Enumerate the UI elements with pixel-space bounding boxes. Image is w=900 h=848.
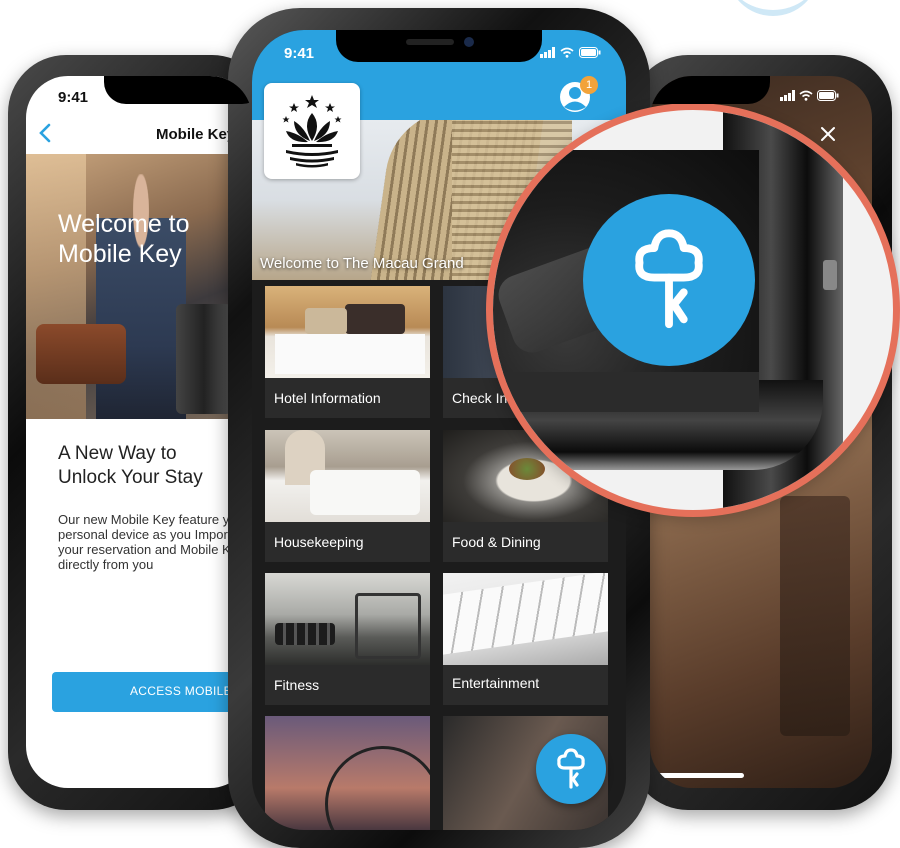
tile-housekeeping-label: Housekeeping xyxy=(274,534,364,550)
signal-icon xyxy=(780,90,795,102)
mobile-key-fab[interactable] xyxy=(536,734,606,804)
decorative-arc xyxy=(728,0,818,16)
access-mobile-key-label: ACCESS MOBILE xyxy=(130,684,232,698)
key-icon xyxy=(635,229,703,329)
key-icon xyxy=(557,748,585,789)
center-status-icons xyxy=(540,44,601,62)
tile-photo xyxy=(265,573,430,665)
wifi-icon xyxy=(560,47,574,58)
tile-hotel-information[interactable]: Hotel Information xyxy=(265,286,430,418)
tile-photo xyxy=(265,286,430,378)
battery-icon xyxy=(816,90,839,102)
tile-entertainment[interactable]: Entertainment xyxy=(443,573,608,705)
battery-icon xyxy=(578,47,601,59)
right-door-panel xyxy=(780,496,850,736)
left-hero-text: Welcome to Mobile Key xyxy=(58,210,190,268)
tile-fitness[interactable]: Fitness xyxy=(265,573,430,705)
tile-photo xyxy=(443,573,608,665)
wifi-icon xyxy=(799,91,813,102)
tile-attractions[interactable] xyxy=(265,716,430,830)
left-phone-screen: 9:41 Mobile Key Welcome to Mobile Key A … xyxy=(26,76,252,788)
zoomed-key-button xyxy=(583,194,755,366)
center-status-time: 9:41 xyxy=(284,45,315,62)
tile-entertainment-label: Entertainment xyxy=(452,675,540,691)
tile-housekeeping[interactable]: Housekeeping xyxy=(265,430,430,562)
hotel-logo-card xyxy=(264,83,360,179)
tile-food-dining-label: Food & Dining xyxy=(452,534,541,550)
tile-fitness-label: Fitness xyxy=(274,677,320,693)
notification-count: 1 xyxy=(585,79,593,91)
chevron-left-icon xyxy=(39,123,51,143)
lotus-logo-icon xyxy=(282,95,342,168)
signal-icon xyxy=(540,47,555,59)
banner-welcome-text: Welcome to The Macau Grand xyxy=(260,255,464,272)
access-mobile-key-button[interactable]: ACCESS MOBILE xyxy=(52,672,252,712)
left-body-text: Our new Mobile Key feature your personal… xyxy=(58,512,249,572)
zoom-callout xyxy=(486,103,900,517)
left-nav-title: Mobile Key xyxy=(156,126,236,143)
left-back-button[interactable] xyxy=(34,121,58,145)
tile-photo xyxy=(265,430,430,522)
right-status-icons xyxy=(780,88,839,102)
left-status-time: 9:41 xyxy=(58,89,89,106)
tile-photo xyxy=(265,716,430,830)
notification-badge: 1 xyxy=(580,76,598,94)
profile-button[interactable]: 1 xyxy=(558,76,598,114)
left-heading: A New Way to Unlock Your Stay xyxy=(58,443,203,488)
home-indicator xyxy=(650,773,744,778)
left-hero-image: Welcome to Mobile Key xyxy=(26,154,252,419)
tile-hotel-information-label: Hotel Information xyxy=(274,390,381,406)
